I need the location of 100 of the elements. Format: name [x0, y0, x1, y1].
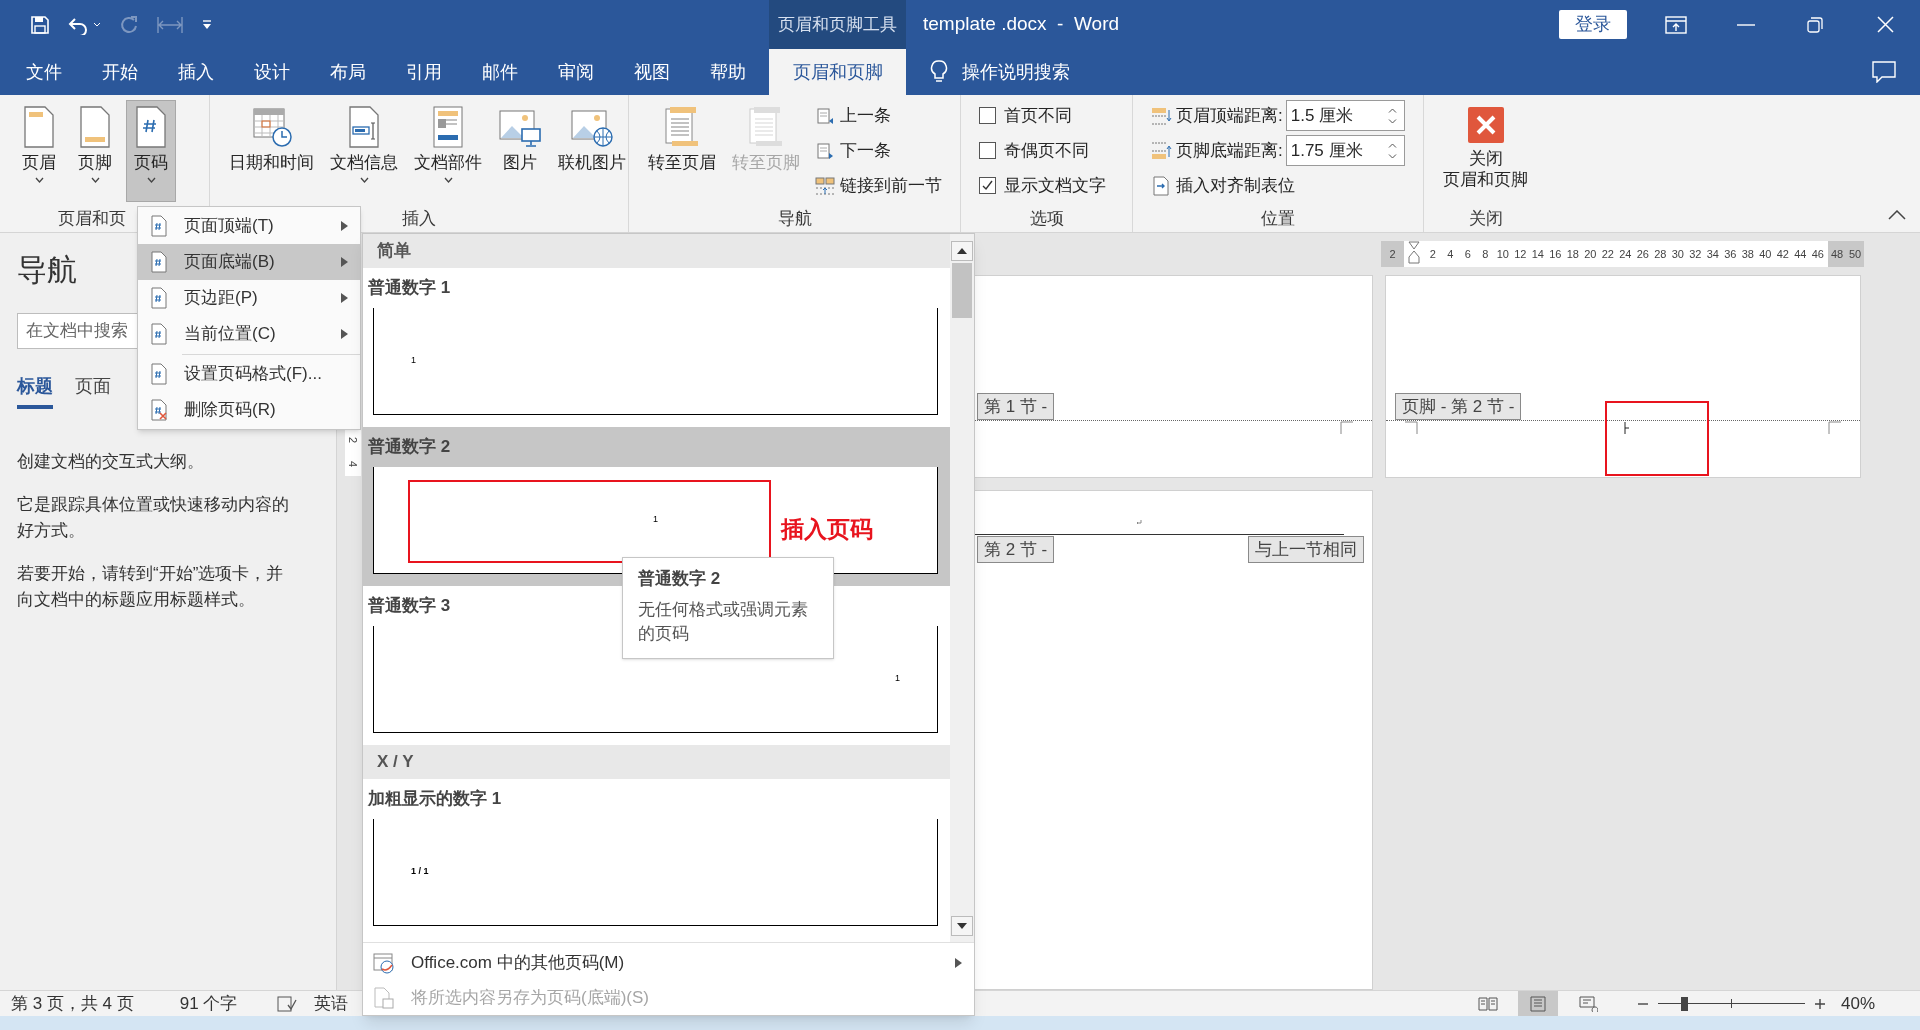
ribbon-button[interactable]: 页脚 — [70, 100, 120, 202]
ribbon-button[interactable]: 转至页眉 — [643, 100, 721, 202]
corner-mark-icon — [1404, 421, 1418, 435]
checkbox[interactable] — [979, 177, 996, 194]
group-label: 插入 — [402, 207, 436, 230]
vertical-ruler: 2 4 — [345, 428, 361, 476]
paragraph-mark-icon — [1136, 520, 1142, 525]
word-count[interactable]: 91 个字 — [179, 990, 238, 1017]
ribbon-button[interactable]: 链接到前一节 — [815, 168, 942, 203]
close-icon[interactable] — [1877, 16, 1894, 33]
ribbon-button[interactable]: 页码 — [126, 100, 176, 202]
link-sections-icon — [815, 175, 835, 196]
comments-icon[interactable] — [1872, 61, 1896, 83]
ribbon-tab[interactable]: 布局 — [310, 49, 386, 95]
ribbon-button[interactable]: 图片 — [493, 100, 547, 202]
save-selection-icon — [373, 986, 395, 1009]
section-header: X / Y — [377, 751, 414, 774]
help-text: 它是跟踪具体位置或快速移动内容的好方式。 — [17, 494, 290, 542]
print-layout-icon[interactable] — [1517, 991, 1558, 1016]
help-text: 创建文档的交互式大纲。 — [17, 451, 205, 473]
caret-icon — [34, 177, 44, 183]
tell-me-search[interactable]: 操作说明搜索 — [962, 58, 1070, 86]
ribbon-tab[interactable]: 设计 — [234, 49, 310, 95]
gallery-item[interactable]: 普通数字 1 1 — [363, 268, 950, 427]
corner-mark-icon — [1828, 421, 1842, 435]
ribbon-button[interactable]: 关闭 页眉和页脚 — [1438, 100, 1533, 202]
ribbon-button[interactable]: 下一条 — [815, 133, 942, 168]
ribbon-tab[interactable]: 页眉和页脚 — [769, 49, 906, 95]
page-number-sample: 1 — [411, 354, 416, 368]
footer-distance-icon — [1151, 140, 1173, 161]
page-number-icon — [150, 215, 168, 237]
ribbon-tab[interactable]: 插入 — [158, 49, 234, 95]
menu-item[interactable]: 设置页码格式(F)... — [138, 356, 360, 392]
menu-item[interactable]: 页面底端(B) — [138, 244, 360, 280]
menu-item[interactable]: 页边距(P) — [138, 280, 360, 316]
menu-item[interactable]: 当前位置(C) — [138, 316, 360, 352]
help-text: 若要开始，请转到“开始”选项卡，并向文档中的标题应用标题样式。 — [17, 563, 285, 611]
footer-label: 第 1 节 - — [977, 393, 1055, 420]
gallery-item[interactable]: 加粗显示的数字 1 1 / 1 — [363, 779, 950, 938]
ribbon-button[interactable]: 文档部件 — [409, 100, 487, 202]
ribbon-button[interactable]: 插入对齐制表位 — [1151, 168, 1405, 203]
customize-icon[interactable] — [201, 18, 213, 31]
ribbon-tab[interactable]: 文件 — [6, 49, 82, 95]
proofing-icon[interactable] — [277, 994, 298, 1013]
page-number-sample: 1 — [653, 513, 658, 527]
checkbox[interactable] — [979, 107, 996, 124]
field-label: 页脚底端距离: — [1176, 139, 1283, 162]
pane-title: 导航 — [17, 252, 77, 288]
scrollbar[interactable] — [950, 234, 974, 942]
ribbon-button[interactable]: 页眉 — [14, 100, 64, 202]
zoom-slider[interactable] — [1657, 994, 1805, 1013]
page-count[interactable]: 第 3 页，共 4 页 — [11, 990, 134, 1017]
ribbon-button[interactable]: 日期和时间 — [224, 100, 319, 202]
window-title: template .docx - Word — [923, 12, 1120, 37]
menu-item[interactable]: 页面顶端(T) — [138, 208, 360, 244]
ribbon-display-options-icon[interactable] — [1665, 15, 1687, 34]
ribbon-tab[interactable]: 开始 — [82, 49, 158, 95]
page-number-sample: 1 — [895, 672, 900, 686]
submenu-arrow-icon — [341, 257, 348, 267]
ribbon-tab[interactable]: 视图 — [614, 49, 690, 95]
caret-icon — [146, 177, 156, 183]
field-label: 页眉顶端距离: — [1176, 104, 1283, 127]
page-number-icon — [150, 323, 168, 345]
page-number-sample: 1 / 1 — [411, 865, 429, 879]
ribbon-tab[interactable]: 邮件 — [462, 49, 538, 95]
zoom-out-icon[interactable] — [1637, 1002, 1648, 1005]
group-label: 页眉和页 — [58, 207, 126, 230]
ribbon-tab[interactable]: 审阅 — [538, 49, 614, 95]
sign-in-button[interactable]: 登录 — [1559, 10, 1627, 39]
pane-tab[interactable]: 页面 — [75, 367, 111, 409]
restore-icon[interactable] — [1807, 16, 1823, 33]
ribbon-button[interactable]: 联机图片 — [553, 100, 631, 202]
zoom-level[interactable]: 40% — [1840, 990, 1875, 1017]
caret-icon — [359, 177, 369, 183]
language[interactable]: 英语 — [314, 990, 349, 1017]
page-number-icon — [150, 287, 168, 309]
ribbon-button[interactable]: 上一条 — [815, 98, 942, 133]
indent-marker-icon[interactable] — [1408, 241, 1420, 267]
section-header: 简单 — [377, 240, 411, 263]
contextual-tab-group-label: 页眉和页脚工具 — [778, 13, 897, 36]
minimize-icon[interactable] — [1737, 23, 1755, 26]
submenu-arrow-icon — [955, 957, 962, 968]
annotation-text: 插入页码 — [781, 515, 873, 544]
previous-page-icon — [815, 105, 835, 126]
checkbox[interactable] — [979, 142, 996, 159]
group-label: 导航 — [777, 207, 812, 230]
footer-label: 第 2 节 - — [977, 536, 1055, 563]
save-icon[interactable] — [30, 14, 50, 35]
ribbon-tab[interactable]: 引用 — [386, 49, 462, 95]
group-label: 位置 — [1261, 207, 1295, 230]
collapse-ribbon-icon[interactable] — [1888, 210, 1906, 220]
ribbon-tab[interactable]: 帮助 — [690, 49, 766, 95]
menu-item[interactable]: 删除页码(R) — [138, 392, 360, 428]
zoom-in-icon[interactable] — [1814, 998, 1825, 1009]
scroll-thumb[interactable] — [952, 263, 972, 318]
menu-item[interactable]: Office.com 中的其他页码(M) — [363, 945, 974, 980]
checkbox-label: 首页不同 — [1004, 104, 1072, 127]
ribbon-button[interactable]: 文档信息 — [325, 100, 403, 202]
header-distance-icon — [1151, 105, 1173, 126]
pane-tab[interactable]: 标题 — [17, 367, 53, 409]
